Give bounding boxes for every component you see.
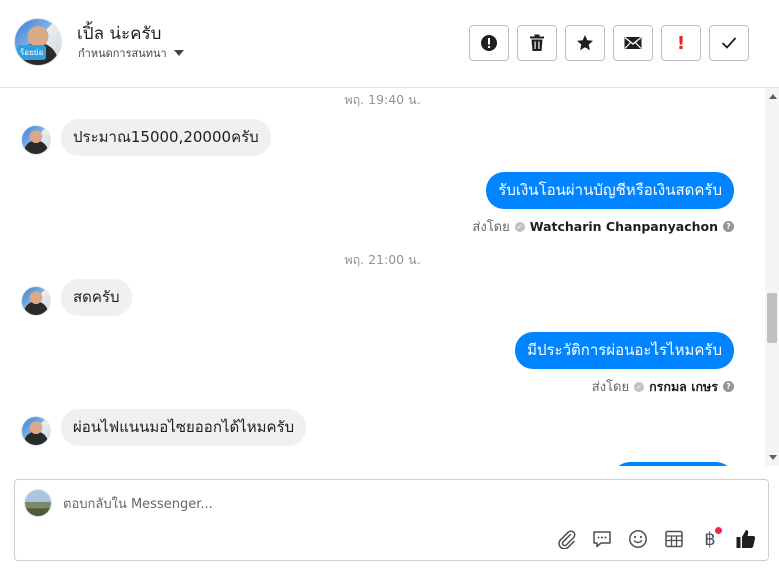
assign-conversation-label: กำหนดการสนทนา (78, 47, 167, 60)
message-thread: พฤ. 19:40 น. ประมาณ15000,20000ครับ รับเง… (0, 88, 765, 466)
star-button[interactable] (565, 25, 605, 61)
trash-icon (530, 34, 544, 51)
mark-done-button[interactable] (709, 25, 749, 61)
smiley-icon (629, 530, 647, 548)
scroll-up-arrow-icon[interactable] (769, 94, 777, 99)
sent-by-info: ส่งโดย ✓ กรกมล เกษร ? (592, 376, 734, 397)
scroll-thumb[interactable] (767, 293, 777, 343)
incoming-message: สดครับ (61, 279, 132, 316)
sender-avatar[interactable] (21, 286, 51, 316)
incoming-message: ผ่อนไฟแนนมอไซยออกได้ไหมครับ (61, 409, 307, 446)
notification-dot (715, 527, 722, 534)
mark-spam-button[interactable] (469, 25, 509, 61)
scroll-down-arrow-icon[interactable] (769, 455, 777, 460)
envelope-icon (624, 36, 642, 49)
payment-button[interactable]: ฿ (698, 527, 722, 551)
baht-icon: ฿ (704, 528, 716, 550)
contact-name[interactable]: เปิ้ล น่ะครับ (77, 20, 161, 47)
timestamp: พฤ. 19:40 น. (344, 92, 421, 107)
mark-unread-button[interactable] (613, 25, 653, 61)
outgoing-message-partial (612, 462, 734, 466)
saved-replies-button[interactable] (590, 527, 614, 551)
exclamation-icon: ! (676, 32, 686, 54)
outgoing-message: รับเงินโอนผ่านบัญชีหรือเงินสดครับ (486, 172, 734, 209)
table-icon (665, 530, 683, 548)
sender-avatar[interactable] (21, 416, 51, 446)
help-icon[interactable]: ? (723, 221, 734, 232)
incoming-message: ประมาณ15000,20000ครับ (61, 119, 271, 156)
check-icon: ✓ (514, 221, 525, 232)
sent-by-label: ส่งโดย (591, 380, 630, 395)
timestamp: พฤ. 21:00 น. (344, 252, 421, 267)
paperclip-icon (558, 530, 576, 549)
caret-down-icon (173, 50, 184, 56)
attach-file-button[interactable] (555, 527, 579, 551)
sent-by-label: ส่งโดย (472, 220, 510, 235)
like-button[interactable] (734, 527, 758, 551)
avatar-badge: ร้อยย่อ (17, 45, 47, 60)
reply-composer: ฿ (14, 479, 769, 561)
sender-avatar[interactable] (21, 125, 51, 155)
check-icon: ✓ (634, 381, 645, 392)
checkmark-icon (721, 37, 737, 49)
appointment-button[interactable] (662, 527, 686, 551)
star-icon (577, 35, 593, 51)
sender-name: กรกมล เกษร (649, 378, 718, 394)
assign-conversation-dropdown[interactable]: กำหนดการสนทนา (78, 44, 184, 62)
help-icon[interactable]: ? (723, 381, 734, 392)
delete-button[interactable] (517, 25, 557, 61)
conversation-header: ร้อยย่อ เปิ้ล น่ะครับ กำหนดการสนทนา ! (0, 0, 779, 88)
thread-scrollbar[interactable] (765, 88, 779, 466)
contact-avatar[interactable]: ร้อยย่อ (14, 18, 62, 66)
page-avatar (24, 489, 52, 517)
alert-circle-icon (481, 35, 497, 51)
reply-input[interactable] (63, 494, 743, 514)
thumbs-up-icon (736, 530, 756, 548)
emoji-button[interactable] (626, 527, 650, 551)
follow-up-button[interactable]: ! (661, 25, 701, 61)
speech-bubble-icon (593, 531, 611, 548)
sender-name: Watcharin Chanpanyachon (529, 219, 718, 234)
sent-by-info: ส่งโดย ✓ Watcharin Chanpanyachon ? (472, 216, 734, 237)
outgoing-message: มีประวัติการผ่อนอะไรไหมครับ (515, 332, 734, 369)
